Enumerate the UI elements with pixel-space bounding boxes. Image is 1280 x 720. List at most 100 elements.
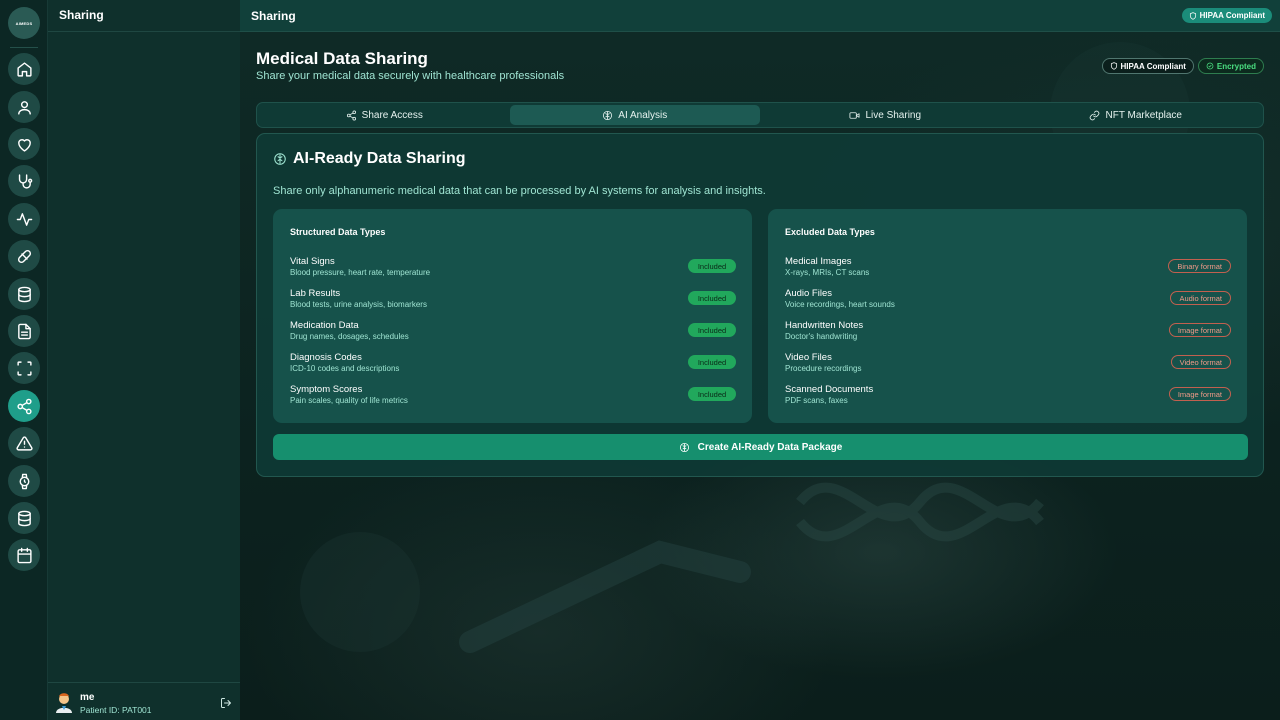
item-name: Vital Signs: [290, 256, 335, 267]
tab-bar: Share Access AI Analysis Live Sharing NF…: [256, 102, 1264, 128]
item-name: Diagnosis Codes: [290, 352, 362, 363]
list-item: Medical Images X-rays, MRIs, CT scans Bi…: [785, 256, 1231, 280]
item-name: Handwritten Notes: [785, 320, 864, 331]
included-badge: Included: [688, 259, 736, 273]
format-badge: Image format: [1168, 323, 1231, 337]
structured-data-panel: Structured Data Types Vital Signs Blood …: [273, 209, 752, 423]
list-item: Symptom Scores Pain scales, quality of l…: [290, 384, 736, 408]
icon-rail: AIMEDS: [0, 0, 48, 720]
item-description: Pain scales, quality of life metrics: [290, 396, 408, 405]
nav-home-button[interactable]: [8, 53, 40, 85]
item-description: Blood pressure, heart rate, temperature: [290, 268, 431, 277]
tab-ai-analysis[interactable]: AI Analysis: [509, 105, 760, 125]
card-title: AI-Ready Data Sharing: [273, 150, 465, 168]
share-icon: [16, 398, 32, 414]
nav-vitals-button[interactable]: [8, 203, 40, 235]
rail-divider: [10, 47, 38, 48]
logout-button[interactable]: [220, 696, 232, 708]
nav-health-button[interactable]: [8, 128, 40, 160]
included-badge: Included: [688, 323, 736, 337]
item-description: Procedure recordings: [785, 364, 862, 373]
brain-icon: [679, 442, 689, 452]
scan-icon: [16, 360, 32, 376]
nav-storage-button[interactable]: [8, 502, 40, 534]
nav-documents-button[interactable]: [8, 315, 40, 347]
shield-icon: [1189, 11, 1196, 20]
item-name: Scanned Documents: [785, 384, 874, 395]
nav-sharing-button[interactable]: [8, 390, 40, 422]
list-item: Diagnosis Codes ICD-10 codes and descrip…: [290, 352, 736, 376]
nav-records-button[interactable]: [8, 278, 40, 310]
activity-icon: [16, 212, 32, 226]
brain-icon: [603, 110, 613, 120]
main-content: Medical Data Sharing Share your medical …: [240, 32, 1280, 720]
nav-doctors-button[interactable]: [8, 165, 40, 197]
sidebar: Sharing me Patient ID: PAT001: [48, 0, 240, 720]
card-description: Share only alphanumeric medical data tha…: [273, 185, 766, 197]
shield-icon: [1110, 62, 1117, 70]
database-icon: [17, 286, 31, 302]
format-badge: Image format: [1168, 387, 1231, 401]
page-title: Medical Data Sharing: [256, 49, 428, 68]
logout-icon: [221, 698, 231, 708]
list-item: Scanned Documents PDF scans, faxes Image…: [785, 384, 1231, 408]
user-profile[interactable]: me Patient ID: PAT001: [48, 682, 240, 720]
item-description: ICD-10 codes and descriptions: [290, 364, 400, 373]
item-name: Symptom Scores: [290, 384, 363, 395]
panel-title: Excluded Data Types: [785, 227, 875, 237]
item-name: Medical Images: [785, 256, 852, 267]
item-description: Doctor's handwriting: [785, 332, 858, 341]
alert-triangle-icon: [15, 435, 33, 451]
tab-live-sharing[interactable]: Live Sharing: [760, 105, 1011, 125]
item-name: Medication Data: [290, 320, 359, 331]
item-name: Audio Files: [785, 288, 832, 299]
app-logo[interactable]: AIMEDS: [8, 7, 40, 39]
included-badge: Included: [688, 291, 736, 305]
nav-profile-button[interactable]: [8, 91, 40, 123]
brain-icon: [274, 153, 286, 165]
format-badge: Video format: [1170, 355, 1231, 369]
format-badge: Binary format: [1168, 259, 1231, 273]
list-item: Handwritten Notes Doctor's handwriting I…: [785, 320, 1231, 344]
pill-icon: [17, 249, 31, 263]
user-name: me: [80, 692, 95, 703]
item-description: Voice recordings, heart sounds: [785, 300, 895, 309]
nav-scan-button[interactable]: [8, 352, 40, 384]
file-text-icon: [17, 323, 31, 339]
avatar: [56, 693, 72, 713]
topbar-title: Sharing: [251, 9, 296, 23]
link-icon: [1090, 110, 1100, 120]
tab-nft-marketplace[interactable]: NFT Marketplace: [1011, 105, 1262, 125]
item-description: PDF scans, faxes: [785, 396, 848, 405]
encrypted-badge: Encrypted: [1197, 58, 1264, 74]
hipaa-badge-top: HIPAA Compliant: [1181, 8, 1272, 23]
tab-share-access[interactable]: Share Access: [259, 105, 510, 125]
watch-icon: [19, 473, 29, 489]
list-item: Lab Results Blood tests, urine analysis,…: [290, 288, 736, 312]
nav-wearables-button[interactable]: [8, 465, 40, 497]
share-icon: [346, 110, 356, 120]
database-icon: [17, 510, 31, 526]
ai-ready-card: AI-Ready Data Sharing Share only alphanu…: [256, 133, 1264, 477]
create-package-button[interactable]: Create AI-Ready Data Package: [273, 434, 1248, 460]
page-subtitle: Share your medical data securely with he…: [256, 70, 565, 82]
item-description: Blood tests, urine analysis, biomarkers: [290, 300, 427, 309]
stethoscope-icon: [18, 173, 32, 189]
nav-alerts-button[interactable]: [8, 427, 40, 459]
item-description: X-rays, MRIs, CT scans: [785, 268, 870, 277]
list-item: Vital Signs Blood pressure, heart rate, …: [290, 256, 736, 280]
hipaa-badge: HIPAA Compliant: [1101, 58, 1194, 74]
home-icon: [16, 61, 32, 77]
heart-icon: [17, 138, 31, 152]
nav-medications-button[interactable]: [8, 240, 40, 272]
excluded-data-panel: Excluded Data Types Medical Images X-ray…: [768, 209, 1247, 423]
item-name: Video Files: [785, 352, 832, 363]
video-icon: [849, 111, 860, 119]
format-badge: Audio format: [1170, 291, 1231, 305]
included-badge: Included: [688, 387, 736, 401]
item-name: Lab Results: [290, 288, 341, 299]
sidebar-title: Sharing: [48, 0, 240, 32]
list-item: Audio Files Voice recordings, heart soun…: [785, 288, 1231, 312]
nav-calendar-button[interactable]: [8, 539, 40, 571]
included-badge: Included: [688, 355, 736, 369]
